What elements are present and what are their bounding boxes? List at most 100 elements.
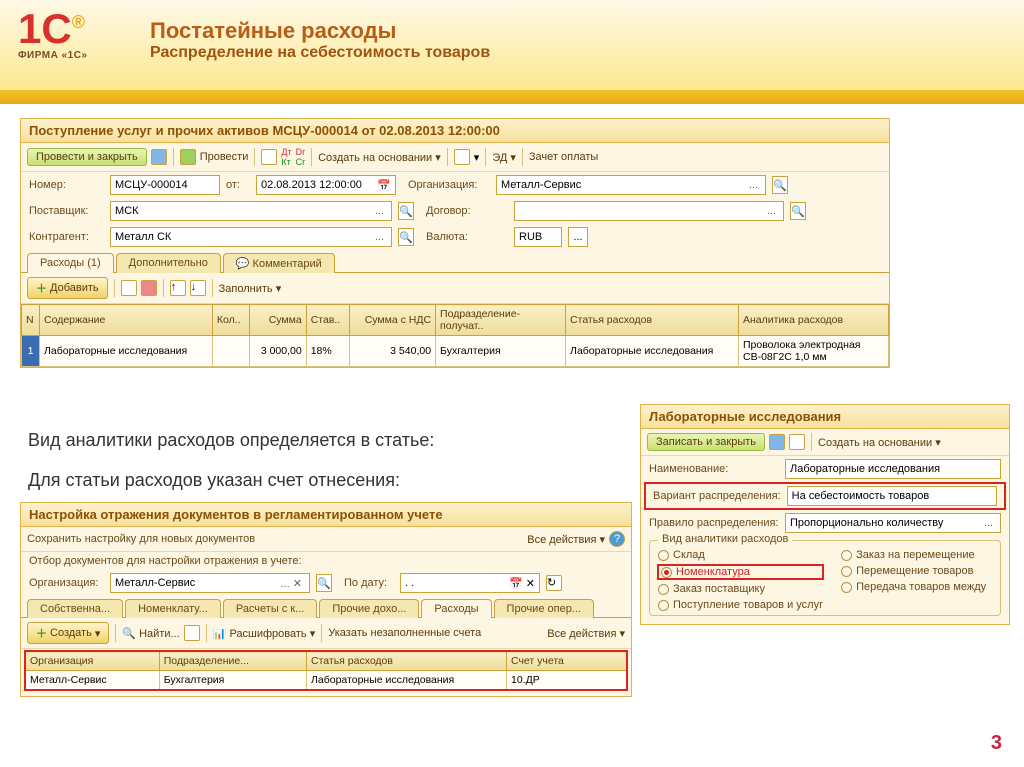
refresh-icon[interactable]: ↻ [546,575,562,591]
radio-peremeshchenie[interactable]: Перемещение товаров [841,565,986,577]
col-sum-nds[interactable]: Сумма с НДС [350,305,436,336]
tab-raschety[interactable]: Расчеты с к... [223,599,318,618]
cell-content: Лабораторные исследования [40,336,213,367]
table-row[interactable]: 1 Лабораторные исследования 3 000,00 18%… [22,336,889,367]
save-config-label[interactable]: Сохранить настройку для новых документов [27,533,255,545]
print-icon[interactable] [454,149,470,165]
cell-dept: Бухгалтерия [436,336,566,367]
provesti-label[interactable]: Провести [200,151,249,163]
cfg-table-row[interactable]: Металл-Сервис Бухгалтерия Лабораторные и… [26,671,627,690]
col-rate[interactable]: Став.. [306,305,350,336]
currency-input[interactable]: RUB [514,227,562,247]
help-icon[interactable]: ? [609,531,625,547]
radio-nomenklatura[interactable]: Номенклатура [658,565,823,579]
save-icon[interactable] [769,434,785,450]
radio-zakaz-post[interactable]: Заказ поставщику [658,583,823,595]
expenses-table: N Содержание Кол.. Сумма Став.. Сумма с … [21,304,889,367]
variant-input[interactable]: На себестоимость товаров [787,486,997,506]
lbl-name: Наименование: [649,463,779,475]
col-article[interactable]: Статья расходов [566,305,739,336]
save-icon[interactable] [151,149,167,165]
tab-own[interactable]: Собственна... [27,599,123,618]
lbl-ot: от: [226,179,250,191]
document-window: Поступление услуг и прочих активов МСЦУ-… [20,118,890,368]
contragent-input[interactable]: Металл СК... [110,227,392,247]
cfg-date-input[interactable]: . .📅 ✕ [400,573,540,593]
find-button[interactable]: 🔍 Найти... [122,627,179,640]
down-icon[interactable]: ↓ [190,280,206,296]
org-input[interactable]: Металл-Сервис... [496,175,766,195]
logo-1c: 1C® [18,8,108,50]
save-close-button[interactable]: Записать и закрыть [647,433,765,451]
supplier-search-icon[interactable]: 🔍 [398,202,414,220]
delete-icon[interactable] [141,280,157,296]
cell-n: 1 [22,336,40,367]
lbl-rule: Правило распределения: [649,517,779,529]
tab-comment[interactable]: 💬Комментарий [223,253,335,273]
cfg-col-org[interactable]: Организация [26,652,160,671]
cfg-col-dept[interactable]: Подразделение... [159,652,306,671]
create-based-button[interactable]: Создать на основании ▾ [818,436,941,449]
date-input[interactable]: 02.08.2013 12:00:00 📅 [256,175,396,195]
col-analytics[interactable]: Аналитика расходов [739,305,889,336]
cell-analytics: Проволока электродная СВ-08Г2С 1,0 мм [739,336,889,367]
cfg-cell-dept: Бухгалтерия [159,671,306,690]
slide-title: Постатейные расходы Распределение на себ… [150,18,490,62]
col-qty[interactable]: Кол.. [212,305,249,336]
col-dept[interactable]: Подразделение-получат.. [436,305,566,336]
slide-text-2: Для статьи расходов указан счет отнесени… [28,470,400,491]
clear-icon[interactable] [184,625,200,641]
lbl-contragent: Контрагент: [29,231,104,243]
radio-postuplenie[interactable]: Поступление товаров и услуг [658,599,823,611]
tab-dopolnitelno[interactable]: Дополнительно [116,253,221,273]
cfg-col-account[interactable]: Счет учета [507,652,627,671]
rule-input[interactable]: Пропорционально количеству... [785,513,1001,533]
lbl-supplier: Поставщик: [29,205,104,217]
col-content[interactable]: Содержание [40,305,213,336]
tab-rashody-cfg[interactable]: Расходы [421,599,491,618]
cfg-org-input[interactable]: Металл-Сервис... ✕ [110,573,310,593]
number-input[interactable]: МСЦУ-000014 [110,175,220,195]
org-search-icon[interactable]: 🔍 [772,176,788,194]
radio-zakaz-perem[interactable]: Заказ на перемещение [841,549,986,561]
up-icon[interactable]: ↑ [170,280,186,296]
tab-prochie-doh[interactable]: Прочие дохо... [319,599,419,618]
currency-dots[interactable]: ... [568,227,588,247]
fill-button[interactable]: Заполнить ▾ [219,282,282,295]
cfg-cell-org: Металл-Сервис [26,671,160,690]
unfilled-button[interactable]: Указать незаполненные счета [328,627,481,639]
config-table: Организация Подразделение... Статья расх… [25,651,627,690]
name-input[interactable]: Лабораторные исследования [785,459,1001,479]
tab-rashody[interactable]: Расходы (1) [27,253,114,273]
cell-sum-nds: 3 540,00 [350,336,436,367]
zachet-button[interactable]: Зачет оплаты [529,151,598,163]
lbl-number: Номер: [29,179,104,191]
radio-peredacha[interactable]: Передача товаров между [841,581,986,593]
supplier-input[interactable]: МСК... [110,201,392,221]
add-button[interactable]: ＋ Добавить [27,277,108,299]
cell-rate: 18% [306,336,350,367]
filter-label: Отбор документов для настройки отражения… [21,552,631,570]
dtct-icon[interactable] [261,149,277,165]
create-button[interactable]: ＋ Создать ▾ [27,622,109,644]
provesti-close-button[interactable]: Провести и закрыть [27,148,147,166]
contract-search-icon[interactable]: 🔍 [790,202,806,220]
radio-sklad[interactable]: Склад [658,549,823,561]
ed-button[interactable]: ЭД ▾ [492,151,516,164]
decode-button[interactable]: 📊 Расшифровать ▾ [213,627,316,640]
cfg-col-article[interactable]: Статья расходов [307,652,507,671]
tab-prochie-oper[interactable]: Прочие опер... [494,599,594,618]
cell-qty [212,336,249,367]
provesti-icon[interactable] [180,149,196,165]
tab-nomen[interactable]: Номенклату... [125,599,221,618]
create-based-button[interactable]: Создать на основании ▾ [318,151,441,164]
copy-icon[interactable] [121,280,137,296]
col-sum[interactable]: Сумма [250,305,307,336]
contragent-search-icon[interactable]: 🔍 [398,228,414,246]
col-n[interactable]: N [22,305,40,336]
cfg-org-search-icon[interactable]: 🔍 [316,574,332,592]
contract-input[interactable]: ... [514,201,784,221]
list-icon[interactable] [789,434,805,450]
all-actions-button[interactable]: Все действия ▾ [527,533,605,546]
all-actions-2[interactable]: Все действия ▾ [547,627,625,640]
